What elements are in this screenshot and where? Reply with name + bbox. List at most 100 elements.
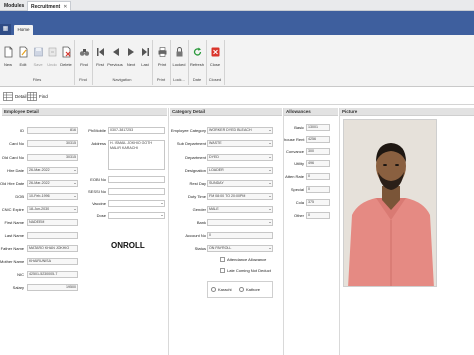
- card-no-field[interactable]: 30315: [27, 140, 78, 147]
- status-dropdown[interactable]: ON PAYROLL: [207, 245, 273, 252]
- conveyance-field[interactable]: 300: [306, 148, 330, 155]
- group-navigation-label: Navigation: [112, 77, 132, 82]
- eobi-no-label: EOBI No: [90, 177, 106, 182]
- sessi-no-label: SESSI No: [87, 189, 106, 194]
- view-tab-find-label: Find: [39, 94, 48, 99]
- atten-rate-field[interactable]: 0: [306, 173, 330, 180]
- last-name-field[interactable]: [27, 232, 78, 239]
- tab-modules[interactable]: Modules: [1, 1, 27, 11]
- dose-dropdown[interactable]: [108, 212, 165, 219]
- cnic-expire-label: CNIC Expire: [1, 207, 24, 212]
- eobi-no-field[interactable]: [108, 176, 165, 183]
- account-no-field[interactable]: 0: [207, 232, 273, 239]
- delete-button[interactable]: Delete: [58, 40, 74, 74]
- print-button-label: Print: [157, 62, 167, 67]
- cola-field[interactable]: 375: [306, 199, 330, 206]
- sub-department-label: Sub Department: [176, 141, 206, 146]
- department-dropdown[interactable]: DYED: [207, 154, 273, 161]
- locked-button[interactable]: Locked: [171, 40, 187, 74]
- tab-home[interactable]: Home: [14, 25, 33, 35]
- delete-button-label: Delete: [60, 62, 72, 67]
- close-tab-icon[interactable]: ✕: [63, 4, 67, 10]
- first-button[interactable]: First: [92, 40, 108, 74]
- previous-button[interactable]: Previous: [107, 40, 123, 74]
- salary-label: Salary: [12, 285, 24, 290]
- address-field[interactable]: H. ISMAIL JOKHIO GOTH MALIR KARACHI: [108, 140, 165, 170]
- location-karachi-radio[interactable]: [211, 287, 216, 292]
- dob-picker[interactable]: 10-Feb-1996: [27, 193, 78, 200]
- address-label: Address: [91, 141, 106, 146]
- rest-day-label: Rest Day: [189, 181, 206, 186]
- last-button[interactable]: Last: [137, 40, 153, 74]
- close-button-label: Close: [209, 62, 221, 67]
- find-button[interactable]: Find: [76, 40, 92, 74]
- view-tab-find[interactable]: Find: [26, 89, 48, 104]
- edit-document-icon: [19, 46, 27, 58]
- ph-mobile-field[interactable]: 0307-3817253: [108, 127, 165, 134]
- rest-day-dropdown[interactable]: SUNDAY: [207, 180, 273, 187]
- view-tab-detail-label: Detail: [15, 94, 27, 99]
- cnic-expire-picker[interactable]: 18-Jun-2030: [27, 206, 78, 213]
- account-no-label: Account No: [185, 233, 206, 238]
- father-name-field[interactable]: MATARO KHAN JOKHIO: [27, 245, 78, 252]
- old-hire-date-picker[interactable]: 26-Mar-2022: [27, 180, 78, 187]
- edit-button[interactable]: Edit: [15, 40, 31, 74]
- group-find-label: Find: [79, 77, 87, 82]
- house-rent-field[interactable]: 4256: [306, 136, 330, 143]
- close-button[interactable]: Close: [207, 40, 223, 74]
- designation-dropdown[interactable]: LOADER: [207, 167, 273, 174]
- attendance-allowance-label: Attendance Allowance: [227, 257, 267, 262]
- salary-field[interactable]: 19500: [27, 284, 78, 291]
- group-files-label: Files: [32, 77, 42, 82]
- view-tab-detail[interactable]: Detail: [2, 89, 27, 104]
- previous-record-icon: [112, 48, 119, 56]
- first-name-field[interactable]: NADEEM: [27, 219, 78, 226]
- card-no-label: Card No: [9, 141, 24, 146]
- late-coming-checkbox[interactable]: [220, 268, 225, 273]
- old-card-no-label: Old Card No: [1, 155, 24, 160]
- employee-category-dropdown[interactable]: WORKER DYED BLEACH: [207, 127, 273, 134]
- location-kathore-label: Kathore: [246, 287, 261, 292]
- hire-date-picker[interactable]: 26-Mar-2022: [27, 167, 78, 174]
- sessi-no-field[interactable]: [108, 188, 165, 195]
- mother-name-field[interactable]: KHAIRUNISA: [27, 258, 78, 265]
- basic-field[interactable]: 13001: [306, 124, 330, 131]
- previous-button-label: Previous: [107, 62, 123, 67]
- refresh-button[interactable]: Refresh: [189, 40, 205, 74]
- save-disk-icon: [33, 47, 43, 57]
- utility-field[interactable]: 496: [306, 160, 330, 167]
- nic-field[interactable]: 42501-5230005-7: [27, 271, 78, 278]
- app-menu-button[interactable]: ▦: [0, 24, 11, 35]
- bank-label: Bank: [196, 220, 206, 225]
- employee-photo[interactable]: [343, 119, 437, 287]
- group-lock-label: Lock...: [173, 77, 185, 82]
- sub-department-dropdown[interactable]: WASTE: [207, 140, 273, 147]
- old-card-no-field[interactable]: 30315: [27, 154, 78, 161]
- bank-dropdown[interactable]: [207, 219, 273, 226]
- employment-status-text: ONROLL: [111, 241, 145, 250]
- utility-label: Utility: [294, 161, 304, 166]
- ribbon-separator: [224, 40, 225, 85]
- other-field[interactable]: 0: [306, 212, 330, 219]
- id-field[interactable]: 816: [27, 127, 78, 134]
- locked-button-label: Locked: [172, 62, 186, 67]
- tab-recruitment-label: Recruitment: [31, 4, 61, 10]
- dose-label: Dose: [96, 213, 106, 218]
- attendance-allowance-checkbox[interactable]: [220, 257, 225, 262]
- special-field[interactable]: 0: [306, 186, 330, 193]
- new-button-label: New: [3, 62, 12, 67]
- location-karachi-label: Karachi: [218, 287, 232, 292]
- gender-dropdown[interactable]: MALE: [207, 206, 273, 213]
- new-button[interactable]: New: [0, 40, 16, 74]
- duty-time-dropdown[interactable]: FM 08:00 TO 20:00PM: [207, 193, 273, 200]
- house-rent-label: house Rent: [284, 137, 305, 142]
- group-print-label: Print: [156, 77, 166, 82]
- last-button-label: Last: [141, 62, 149, 67]
- tab-recruitment[interactable]: Recruitment ✕: [27, 1, 72, 11]
- print-button[interactable]: Print: [154, 40, 170, 74]
- department-label: Department: [185, 155, 206, 160]
- old-hire-date-label: Old Hire Date: [0, 181, 25, 186]
- designation-label: Designation: [184, 168, 206, 173]
- vaccine-dropdown[interactable]: [108, 200, 165, 207]
- location-kathore-radio[interactable]: [239, 287, 244, 292]
